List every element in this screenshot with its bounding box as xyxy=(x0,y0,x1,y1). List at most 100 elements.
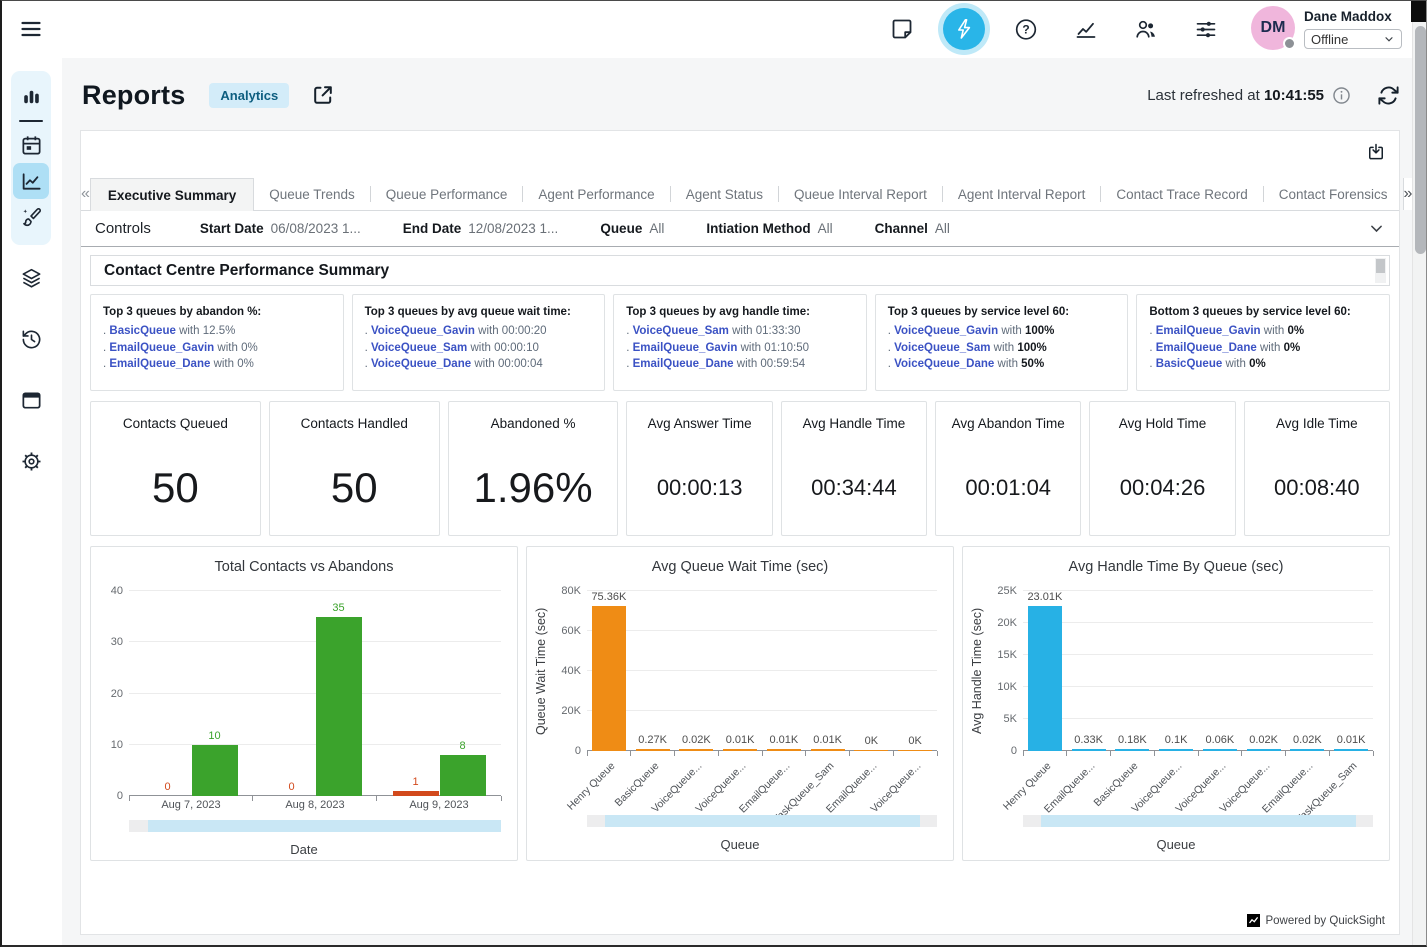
kpi-value: 00:01:04 xyxy=(936,440,1080,535)
bar-value-label: 1 xyxy=(412,776,418,788)
y-tick-label: 0 xyxy=(91,790,123,802)
bar[interactable] xyxy=(679,749,713,751)
queue-link[interactable]: VoiceQueue_Gavin xyxy=(371,325,475,337)
category-cell: 0K xyxy=(850,591,894,751)
bar[interactable] xyxy=(1290,749,1324,751)
queue-link[interactable]: VoiceQueue_Sam xyxy=(633,325,729,337)
chart-scrollbar-thumb[interactable] xyxy=(605,815,920,827)
page-scrollbar-thumb[interactable] xyxy=(1415,26,1426,254)
analytics-badge: Analytics xyxy=(209,83,289,108)
sidebar-item-reports[interactable] xyxy=(13,163,49,199)
kpi-label: Avg Idle Time xyxy=(1245,416,1389,431)
filter-channel[interactable]: ChannelAll xyxy=(875,221,950,236)
bar[interactable] xyxy=(1028,606,1062,751)
external-link-icon[interactable] xyxy=(311,83,335,107)
sidebar-item-layers[interactable] xyxy=(13,260,49,296)
tab-contact-trace-record[interactable]: Contact Trace Record xyxy=(1101,178,1262,210)
filter-queue[interactable]: QueueAll xyxy=(600,221,664,236)
status-select[interactable]: Offline xyxy=(1304,29,1402,49)
tab-executive-summary[interactable]: Executive Summary xyxy=(90,178,254,211)
queue-link[interactable]: EmailQueue_Dane xyxy=(633,358,734,370)
sidebar-item-window[interactable] xyxy=(13,382,49,418)
quick-actions-icon[interactable] xyxy=(943,8,985,50)
filter-end-date[interactable]: End Date12/08/2023 1... xyxy=(403,221,559,236)
kpi-card: Avg Hold Time00:04:26 xyxy=(1089,401,1235,536)
chart-scrollbar[interactable] xyxy=(129,820,501,832)
download-icon[interactable] xyxy=(1366,142,1386,162)
chart-scrollbar[interactable] xyxy=(587,815,937,827)
summary-value: 0% xyxy=(1284,342,1301,354)
summary-scrollbar[interactable] xyxy=(1375,258,1386,283)
queue-link[interactable]: VoiceQueue_Dane xyxy=(371,358,471,370)
queue-link[interactable]: VoiceQueue_Gavin xyxy=(894,325,998,337)
bar[interactable] xyxy=(811,749,845,751)
queue-link[interactable]: EmailQueue_Dane xyxy=(1156,342,1257,354)
chart-scrollbar[interactable] xyxy=(1023,815,1373,827)
chart-scrollbar-thumb[interactable] xyxy=(1041,815,1356,827)
bar[interactable] xyxy=(1115,749,1149,751)
metrics-icon[interactable] xyxy=(1074,17,1098,41)
y-tick-label: 10K xyxy=(985,681,1017,693)
last-refreshed-text: Last refreshed at 10:41:55 xyxy=(1147,87,1324,104)
bar[interactable] xyxy=(1159,749,1193,751)
preferences-icon[interactable] xyxy=(1194,17,1218,41)
sidebar-item-dashboard[interactable] xyxy=(13,79,49,115)
menu-icon[interactable] xyxy=(19,17,43,41)
bar[interactable] xyxy=(854,750,888,751)
page-scrollbar[interactable] xyxy=(1412,0,1427,947)
queue-link[interactable]: EmailQueue_Dane xyxy=(109,358,210,370)
filter-start-date[interactable]: Start Date06/08/2023 1... xyxy=(200,221,361,236)
tab-queue-trends[interactable]: Queue Trends xyxy=(254,178,370,210)
controls-collapse-icon[interactable] xyxy=(1368,220,1385,237)
tab-agent-status[interactable]: Agent Status xyxy=(671,178,778,210)
refresh-icon[interactable] xyxy=(1377,84,1400,107)
bar[interactable] xyxy=(1072,749,1106,751)
queue-link[interactable]: EmailQueue_Gavin xyxy=(109,342,214,354)
queue-link[interactable]: VoiceQueue_Sam xyxy=(371,342,467,354)
bar[interactable] xyxy=(1247,749,1281,751)
summary-item: BasicQueue with 12.5% xyxy=(103,323,331,340)
tabs-scroll-left-button[interactable]: « xyxy=(81,178,90,210)
kpi-label: Contacts Queued xyxy=(91,416,260,431)
users-icon[interactable] xyxy=(1134,17,1158,41)
help-icon[interactable]: ? xyxy=(1014,17,1038,41)
tab-contact-forensics[interactable]: Contact Forensics xyxy=(1264,178,1403,210)
tab-queue-performance[interactable]: Queue Performance xyxy=(371,178,523,210)
queue-link[interactable]: BasicQueue xyxy=(1156,358,1222,370)
bar[interactable] xyxy=(192,745,238,796)
category-cell: 0.06K xyxy=(1198,591,1242,751)
tab-queue-interval-report[interactable]: Queue Interval Report xyxy=(779,178,942,210)
notes-icon[interactable] xyxy=(890,17,914,41)
sidebar-item-history[interactable] xyxy=(13,321,49,357)
bar[interactable] xyxy=(393,791,439,796)
kpi-card: Avg Handle Time00:34:44 xyxy=(781,401,927,536)
y-tick-label: 30 xyxy=(91,636,123,648)
bar[interactable] xyxy=(723,749,757,751)
tab-agent-performance[interactable]: Agent Performance xyxy=(523,178,669,210)
queue-link[interactable]: EmailQueue_Gavin xyxy=(1156,325,1261,337)
bar[interactable] xyxy=(1334,749,1368,751)
bar[interactable] xyxy=(1203,749,1237,751)
tab-agent-interval-report[interactable]: Agent Interval Report xyxy=(943,178,1101,210)
bar-value-label: 0.01K xyxy=(813,734,842,746)
sidebar-item-settings[interactable] xyxy=(13,443,49,479)
queue-link[interactable]: VoiceQueue_Dane xyxy=(894,358,994,370)
bar-value-label: 0.01K xyxy=(726,734,755,746)
chart-scrollbar-thumb[interactable] xyxy=(148,820,501,832)
bar[interactable] xyxy=(898,750,932,751)
info-icon[interactable] xyxy=(1332,86,1351,105)
queue-link[interactable]: VoiceQueue_Sam xyxy=(894,342,990,354)
bar[interactable] xyxy=(767,749,801,751)
tabs-scroll-right-button[interactable]: » xyxy=(1403,178,1413,210)
queue-link[interactable]: BasicQueue xyxy=(109,325,175,337)
bar[interactable] xyxy=(316,617,362,796)
bar[interactable] xyxy=(592,606,626,751)
bar[interactable] xyxy=(440,755,486,796)
avatar[interactable]: DM xyxy=(1251,6,1295,50)
filter-intiation-method[interactable]: Intiation MethodAll xyxy=(706,221,832,236)
sidebar-item-design[interactable] xyxy=(13,199,49,235)
summary-card: Top 3 queues by service level 60:VoiceQu… xyxy=(875,294,1129,391)
queue-link[interactable]: EmailQueue_Gavin xyxy=(633,342,738,354)
sidebar-item-schedule[interactable] xyxy=(13,127,49,163)
bar[interactable] xyxy=(636,749,670,751)
